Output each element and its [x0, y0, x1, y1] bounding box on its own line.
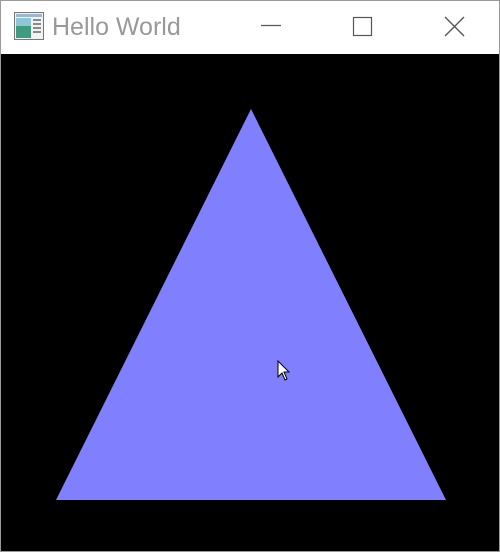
close-button[interactable]: [431, 1, 477, 54]
title-bar[interactable]: Hello World: [1, 1, 499, 54]
application-icon[interactable]: [14, 12, 44, 40]
window-title: Hello World: [52, 13, 181, 41]
blue-triangle: [56, 109, 446, 500]
minimize-icon: [261, 24, 281, 27]
mouse-cursor-icon: [277, 359, 291, 382]
scene-svg: [56, 109, 446, 500]
maximize-button[interactable]: [339, 1, 385, 54]
minimize-button[interactable]: [248, 1, 294, 54]
app-window: Hello World: [0, 0, 500, 552]
close-icon: [444, 16, 465, 37]
maximize-icon: [352, 16, 373, 37]
render-canvas[interactable]: [1, 54, 499, 551]
